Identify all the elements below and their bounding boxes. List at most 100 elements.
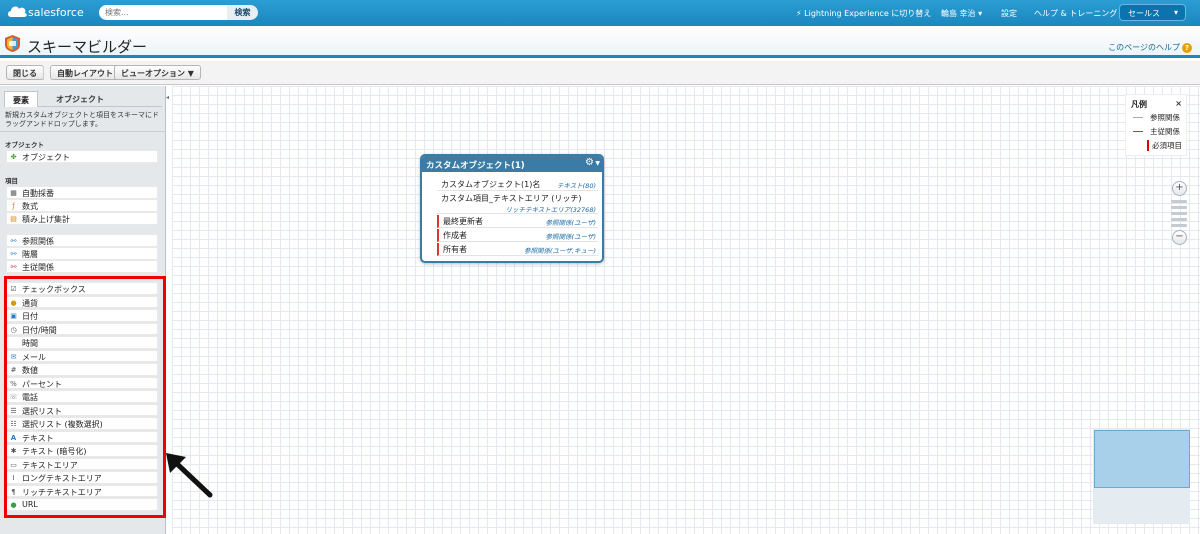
legend-title: 凡例 <box>1131 100 1147 109</box>
zoom-level-bar[interactable] <box>1171 212 1187 215</box>
question-icon: ? <box>1182 43 1192 53</box>
field-type: 参照関係(ユーザ,キュー) <box>523 247 596 255</box>
field-type: 参照関係(ユーザ) <box>545 233 596 241</box>
legend-item-required: 必須項目 <box>1133 140 1189 152</box>
palette-item-label: 積み上げ集計 <box>22 215 70 224</box>
chevron-down-icon: ▾ <box>978 9 983 18</box>
lightning-switch-link[interactable]: ⚡ Lightning Experience に切り替え <box>796 8 931 19</box>
close-button[interactable]: 閉じる <box>6 65 44 80</box>
field-name: 所有者 <box>443 245 467 254</box>
palette-item-label: 数式 <box>22 202 38 211</box>
caret-down-icon: ▼ <box>187 69 194 78</box>
schema-canvas[interactable] <box>172 86 1200 534</box>
logo-text: salesforce <box>28 6 84 19</box>
user-name: 輪島 幸治 <box>941 9 976 18</box>
legend-item-master-detail: 主従関係 <box>1133 126 1189 138</box>
master-detail-line-icon <box>1133 131 1143 132</box>
palette-item-label: 参照関係 <box>22 237 54 246</box>
view-options-label: ビューオプション <box>121 69 185 78</box>
app-switcher-label: セールス <box>1128 9 1160 18</box>
chevron-down-icon: ▾ <box>1173 8 1178 17</box>
field-type: テキスト(80) <box>556 182 596 190</box>
palette-item-label: オブジェクト <box>22 153 70 162</box>
palette-item-lookup[interactable]: ⚯ 参照関係 <box>6 234 158 247</box>
field-name: 作成者 <box>443 231 467 240</box>
field-row[interactable]: 最終更新者 参照関係(ユーザ) <box>437 215 598 228</box>
page-header: スキーマビルダー このページのヘルプ? <box>0 26 1200 58</box>
lookup-icon: ⚯ <box>10 237 17 245</box>
user-menu[interactable]: 輪島 幸治 ▾ <box>941 8 982 19</box>
legend-item-lookup: 参照関係 <box>1133 112 1189 124</box>
gear-icon[interactable]: ⚙ <box>585 157 594 168</box>
app-switcher[interactable]: セールス ▾ <box>1119 4 1186 21</box>
top-navigation-bar: salesforce 検索 ⚡ Lightning Experience に切り… <box>0 0 1200 26</box>
tab-elements[interactable]: 要素 <box>4 91 38 107</box>
palette-item-label: 階層 <box>22 250 38 259</box>
field-name: 最終更新者 <box>443 217 483 226</box>
palette-item-master-detail[interactable]: ⚯ 主従関係 <box>6 260 158 273</box>
field-type: 参照関係(ユーザ) <box>545 219 596 227</box>
cloud-icon <box>8 6 27 18</box>
view-options-button[interactable]: ビューオプション ▼ <box>114 65 201 80</box>
palette-item-hierarchy[interactable]: ⚯ 階層 <box>6 247 158 260</box>
search-button[interactable]: 検索 <box>227 5 258 20</box>
lightning-bolt-icon: ⚡ <box>796 9 802 18</box>
salesforce-logo[interactable]: salesforce <box>6 3 84 23</box>
object-icon: ✤ <box>10 153 17 161</box>
help-training-link[interactable]: ヘルプ & トレーニング <box>1034 8 1117 19</box>
zoom-level-bar[interactable] <box>1171 200 1187 203</box>
highlight-box <box>4 276 166 518</box>
object-section-label: オブジェクト <box>5 141 44 149</box>
auto-layout-button[interactable]: 自動レイアウト <box>50 65 120 80</box>
page-title: スキーマビルダー <box>27 38 148 56</box>
palette-item-label: 自動採番 <box>22 189 54 198</box>
zoom-level-bar[interactable] <box>1171 218 1187 221</box>
field-row[interactable]: 作成者 参照関係(ユーザ) <box>437 229 598 242</box>
legend-item-label: 必須項目 <box>1152 141 1182 150</box>
formula-icon: ƒ <box>12 202 15 210</box>
zoom-in-button[interactable]: + <box>1172 181 1187 196</box>
lookup-line-icon <box>1133 117 1143 118</box>
lightning-switch-label: Lightning Experience に切り替え <box>804 9 932 18</box>
legend-item-label: 参照関係 <box>1150 113 1180 122</box>
object-card-title: カスタムオブジェクト(1) <box>426 161 525 171</box>
caret-down-icon: ▼ <box>595 160 600 167</box>
hierarchy-icon: ⚯ <box>10 250 17 258</box>
field-name: カスタムオブジェクト(1)名 <box>441 180 541 189</box>
settings-link[interactable]: 設定 <box>1001 8 1017 19</box>
close-icon[interactable]: × <box>1175 99 1182 108</box>
autonumber-icon: ▦ <box>10 189 17 197</box>
object-card-header[interactable]: カスタムオブジェクト(1) ⚙ ▼ <box>422 156 602 172</box>
divider <box>0 131 166 132</box>
field-row[interactable]: 所有者 参照関係(ユーザ,キュー) <box>437 243 598 256</box>
search-input[interactable] <box>99 5 227 20</box>
palette-item-formula[interactable]: ƒ 数式 <box>6 199 158 212</box>
palette-item-autonumber[interactable]: ▦ 自動採番 <box>6 186 158 199</box>
field-row[interactable]: カスタム項目_テキストエリア (リッチ) リッチテキストエリア(32768) <box>437 192 598 214</box>
palette-item-rollup[interactable]: ▤ 積み上げ集計 <box>6 212 158 225</box>
schema-builder-icon <box>5 35 20 52</box>
zoom-level-bar[interactable] <box>1171 206 1187 209</box>
sidebar-tabs: 要素 オブジェクト <box>4 91 162 107</box>
page-help-label: このページのヘルプ <box>1108 43 1180 52</box>
field-type: リッチテキストエリア(32768) <box>505 206 596 214</box>
master-detail-icon: ⚯ <box>10 263 17 271</box>
page-help-link[interactable]: このページのヘルプ? <box>1108 42 1192 53</box>
zoom-level-bar[interactable] <box>1171 224 1187 227</box>
rollup-icon: ▤ <box>10 215 17 223</box>
zoom-out-button[interactable]: − <box>1172 230 1187 245</box>
sidebar-description: 新規カスタムオブジェクトと項目をスキーマにドラッグアンドドロップします。 <box>5 111 159 128</box>
legend-item-label: 主従関係 <box>1150 127 1180 136</box>
palette-item-object[interactable]: ✤ オブジェクト <box>6 150 158 163</box>
palette-item-label: 主従関係 <box>22 263 54 272</box>
required-marker-icon <box>1147 140 1149 151</box>
toolbar-divider <box>43 66 44 80</box>
tab-objects[interactable]: オブジェクト <box>48 91 112 107</box>
toolbar: 閉じる 自動レイアウト ビューオプション ▼ <box>0 61 1200 85</box>
field-section-label: 項目 <box>5 177 18 185</box>
minimap-viewport[interactable] <box>1094 430 1190 488</box>
legend-panel: 凡例 × 参照関係 主従関係 必須項目 <box>1125 94 1187 156</box>
custom-object-card[interactable]: カスタムオブジェクト(1) ⚙ ▼ カスタムオブジェクト(1)名 テキスト(80… <box>420 154 604 263</box>
annotation-arrow-icon <box>166 453 213 498</box>
field-row[interactable]: カスタムオブジェクト(1)名 テキスト(80) <box>437 178 598 191</box>
